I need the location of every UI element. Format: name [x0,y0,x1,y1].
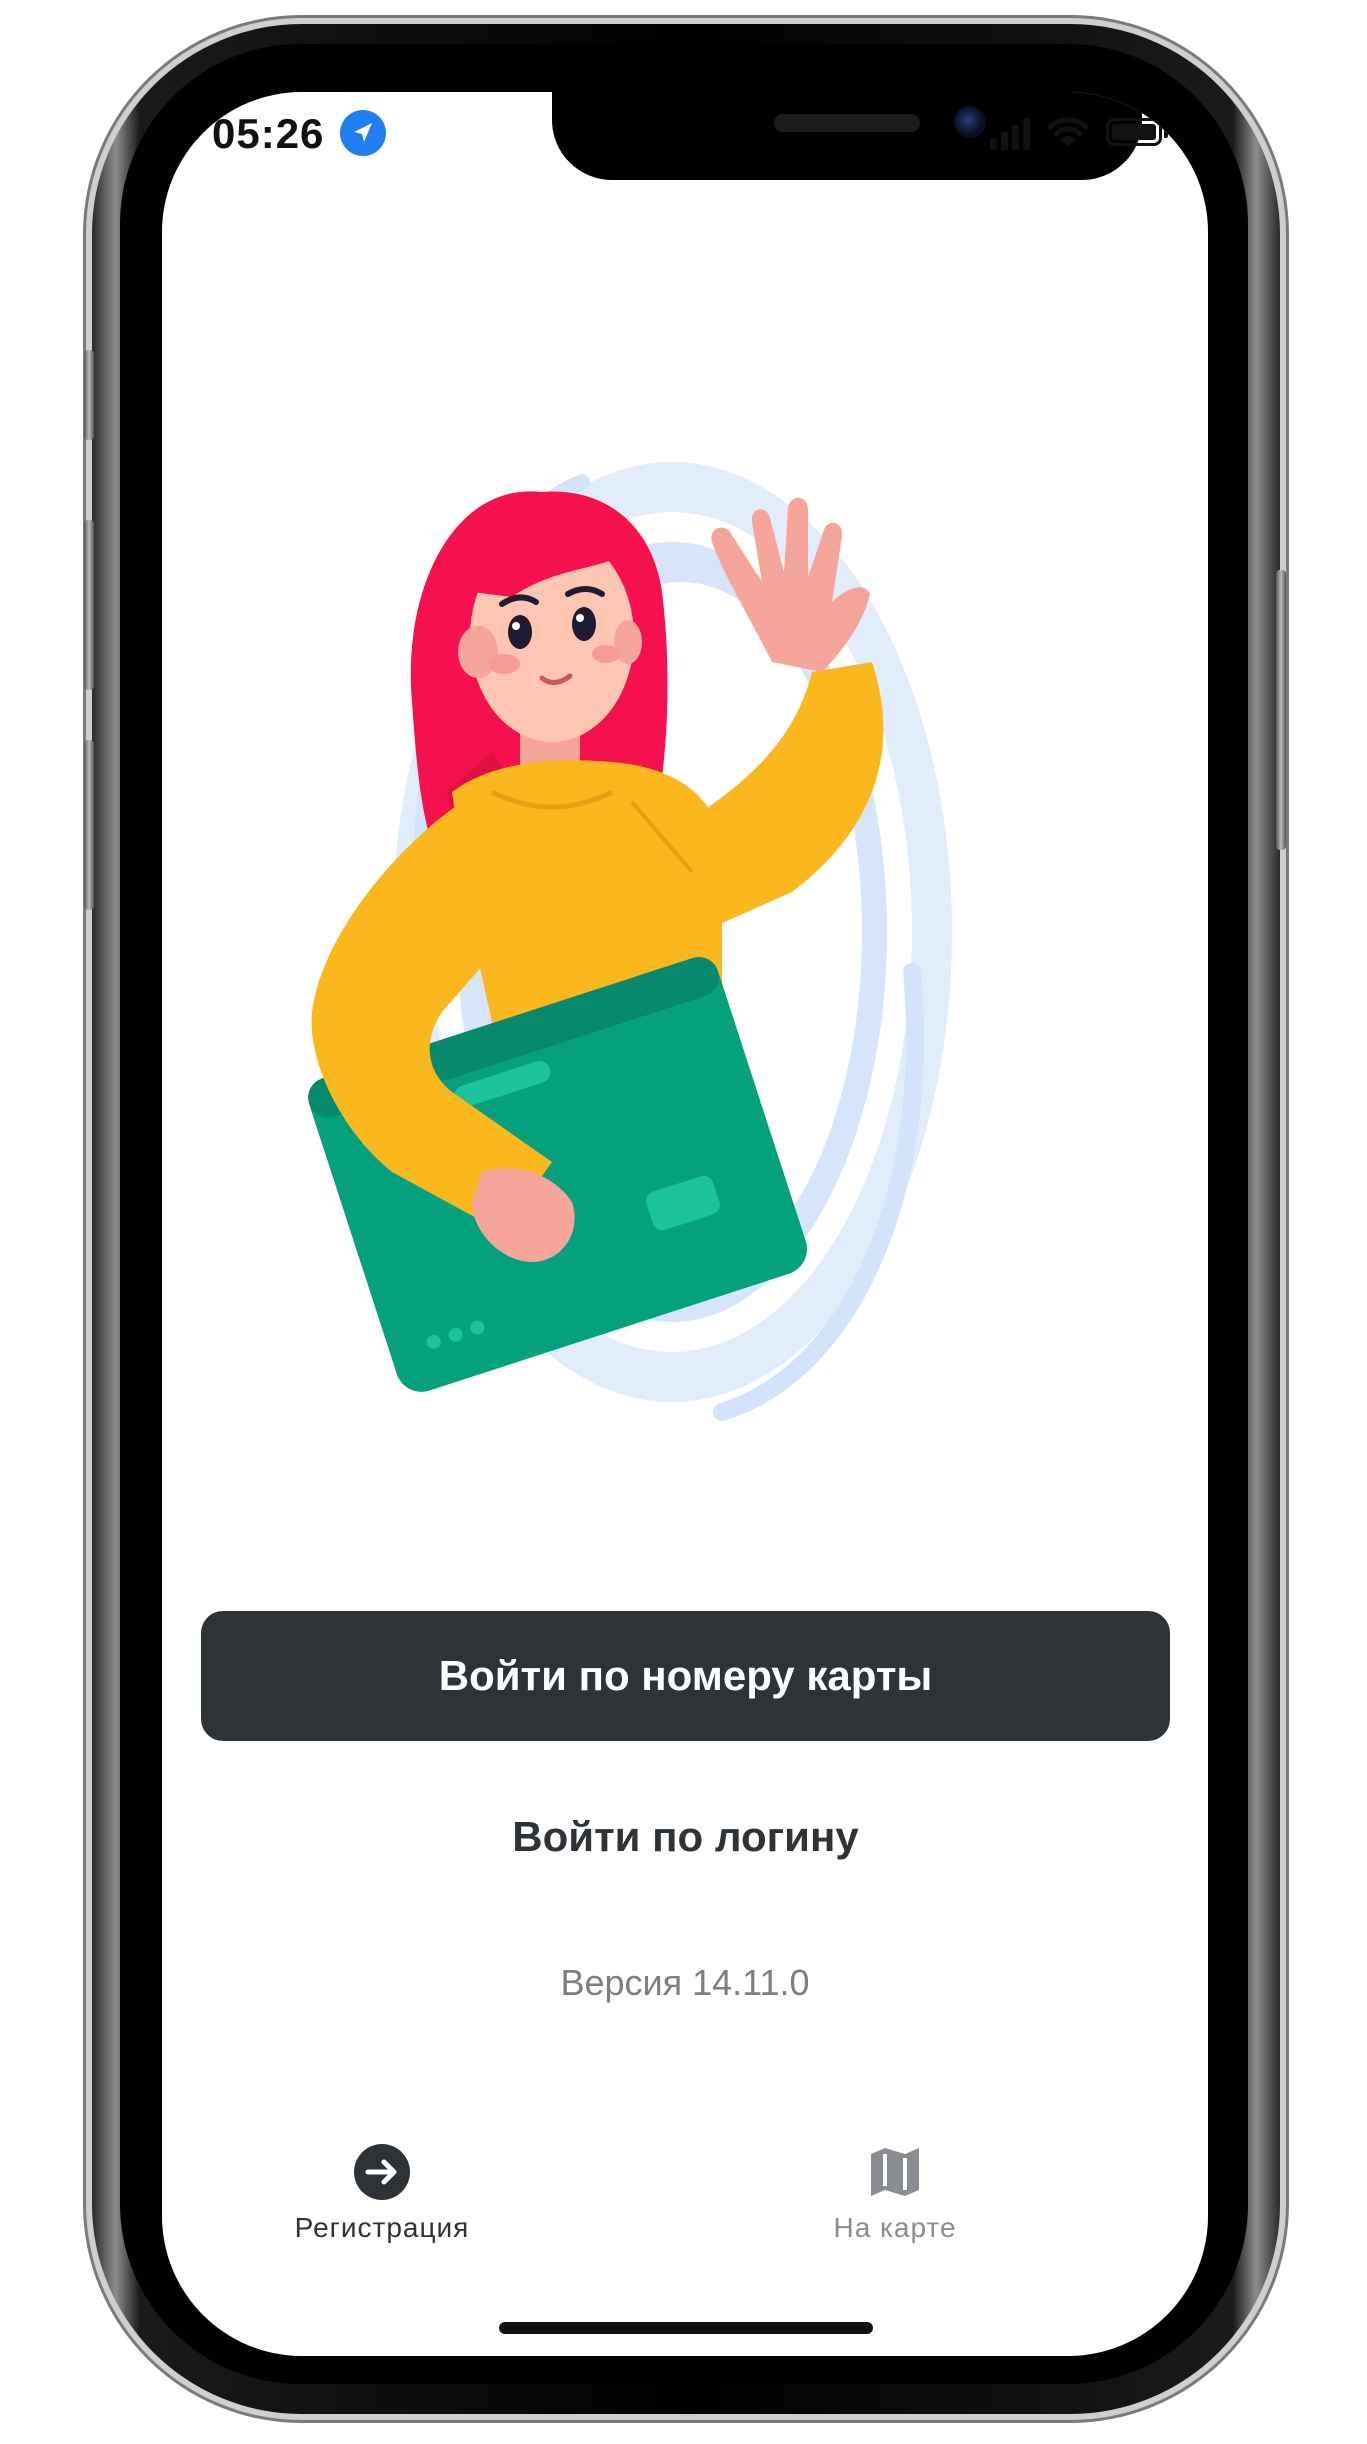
volume-up-button [84,520,94,690]
front-camera [954,106,986,138]
version-text: Версия 14.11.0 [560,1962,810,2003]
tab-map[interactable]: На карте [765,2142,1025,2282]
power-button [1276,570,1286,850]
app-screen: 05:26 Войти по номеру карты Войти по лог… [162,92,1208,2356]
arrow-right-circle-icon [354,2144,410,2200]
earpiece-speaker [774,114,920,132]
volume-down-button [84,740,94,910]
tab-registration[interactable]: Регистрация [252,2142,512,2282]
card-login-button[interactable]: Войти по номеру карты [201,1611,1170,1741]
login-button[interactable]: Войти по логину [201,1782,1170,1892]
battery-icon [1106,118,1168,146]
home-indicator[interactable] [499,2322,873,2334]
location-arrow-icon [340,110,386,156]
tab-map-label: На карте [833,2212,957,2243]
status-icons [990,114,1168,150]
map-icon [871,2148,919,2196]
tab-registration-label: Регистрация [294,2212,470,2243]
cellular-signal-icon [990,114,1030,150]
bottom-tab-bar: Регистрация На карте [162,2142,1208,2282]
silent-switch [84,350,94,440]
status-time: 05:26 [212,110,325,157]
wifi-icon [1047,117,1089,147]
hero-illustration [308,462,952,1421]
